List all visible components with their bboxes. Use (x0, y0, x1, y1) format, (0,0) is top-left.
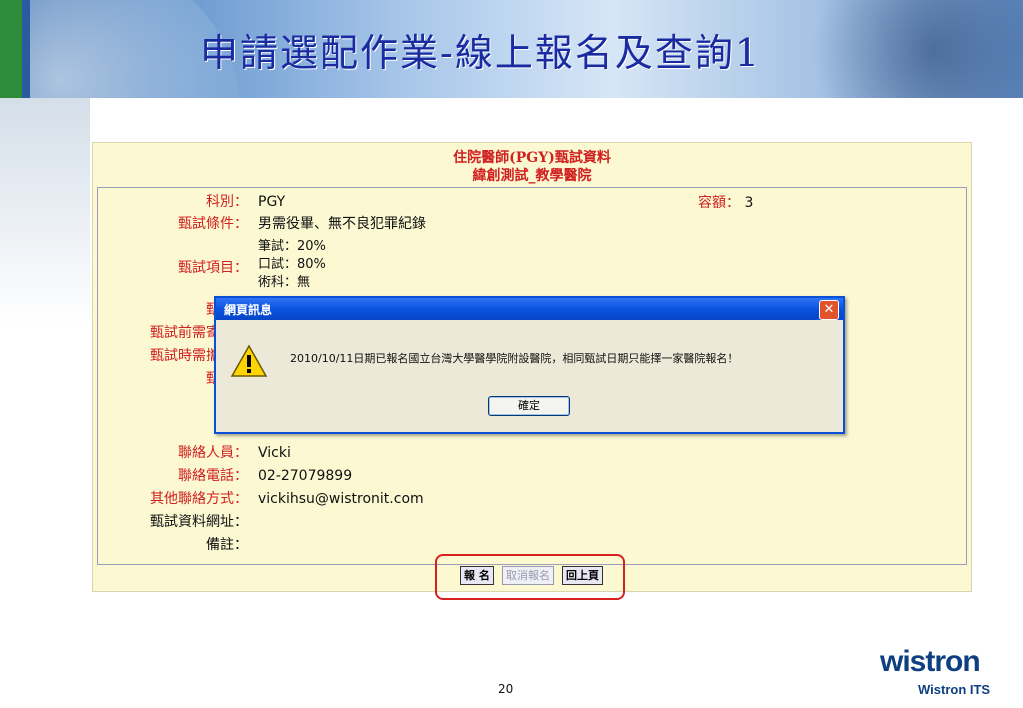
register-button[interactable]: 報 名 (460, 566, 494, 585)
alert-dialog: 網頁訊息 ✕ 2010/10/11日期已報名國立台灣大學醫學院附設醫院，相同甄試… (214, 296, 845, 434)
quota-label: 容額： (698, 195, 740, 211)
conditions-value: 男需役畢、無不良犯罪紀錄 (258, 216, 426, 232)
subject-value: PGY (258, 194, 286, 210)
panel-title-line1: 住院醫師(PGY)甄試資料 (453, 150, 611, 166)
slide-title: 申請選配作業-線上報名及查詢1 (200, 31, 762, 75)
row-url-wrap: 甄試資料網址： (98, 512, 248, 532)
other-contact-value: vickihsu@wistronit.com (258, 491, 424, 507)
warning-icon (230, 344, 268, 377)
subject-label: 科別： (206, 194, 248, 210)
other-contact-label: 其他聯絡方式： (150, 491, 248, 507)
dialog-message: 2010/10/11日期已報名國立台灣大學醫學院附設醫院，相同甄試日期只能擇一家… (290, 352, 739, 365)
dialog-titlebar: 網頁訊息 ✕ (216, 298, 843, 320)
exam-items-line2: 口試：80% (258, 257, 326, 272)
page-number: 20 (498, 682, 514, 696)
decorative-gloss (0, 98, 90, 328)
wistron-logo: wistron (880, 645, 981, 678)
slide-header-banner: 申請選配作業-線上報名及查詢1 (0, 0, 1023, 98)
row-phone-wrap: 聯絡電話： (98, 466, 248, 486)
exam-items-line3: 術科：無 (258, 275, 311, 290)
row-conditions-label-wrap: 甄試條件： (98, 214, 248, 234)
exam-url-label: 甄試資料網址： (150, 514, 248, 530)
wistron-logo-subtitle: Wistron ITS (918, 682, 991, 697)
dialog-title: 網頁訊息 (224, 303, 273, 317)
blue-accent-bar (22, 0, 30, 98)
contact-person-label: 聯絡人員： (178, 445, 248, 461)
contact-phone-label: 聯絡電話： (178, 468, 248, 484)
row-notes-wrap: 備註： (98, 535, 248, 555)
row-other-contact-wrap: 其他聯絡方式： (98, 489, 248, 509)
notes-label: 備註： (206, 537, 248, 553)
row-exam-items-label-wrap: 甄試項目： (98, 258, 248, 278)
cancel-register-button[interactable]: 取消報名 (502, 566, 554, 585)
panel-title: 住院醫師(PGY)甄試資料 緯創測試_教學醫院 (93, 149, 971, 185)
green-accent-bar (0, 0, 22, 98)
conditions-label: 甄試條件： (178, 216, 248, 232)
contact-person-value: Vicki (258, 445, 291, 461)
back-button[interactable]: 回上頁 (562, 566, 603, 585)
row-subject-label-wrap: 科別： (98, 192, 248, 212)
exam-items-label: 甄試項目： (178, 260, 248, 276)
contact-phone-value: 02-27079899 (258, 468, 353, 484)
quota: 容額： 3 (698, 192, 753, 212)
panel-title-line2: 緯創測試_教學醫院 (472, 168, 592, 184)
quota-value: 3 (744, 195, 754, 211)
close-icon[interactable]: ✕ (819, 300, 839, 320)
row-contact-wrap: 聯絡人員： (98, 443, 248, 463)
exam-items-line1: 筆試：20% (258, 239, 326, 254)
ok-button[interactable]: 確定 (488, 396, 570, 416)
